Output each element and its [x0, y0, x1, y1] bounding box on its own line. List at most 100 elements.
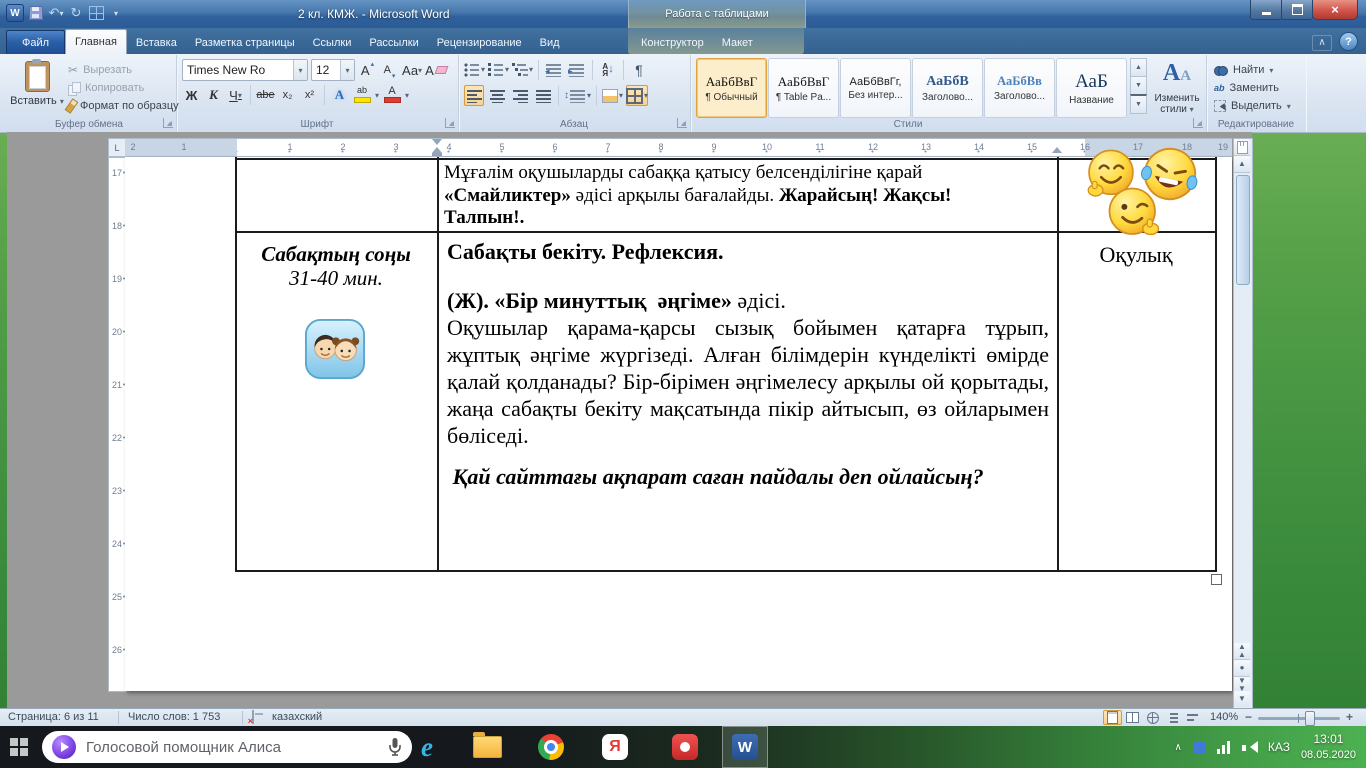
scrollbar-thumb[interactable] [1236, 175, 1250, 285]
taskbar-file-explorer[interactable] [464, 726, 510, 768]
find-button[interactable]: Найти▾ [1214, 62, 1273, 78]
tab-stop-selector[interactable]: L [108, 138, 126, 157]
taskbar-yandex-browser[interactable]: Я [592, 726, 638, 768]
font-dialog-launcher[interactable] [445, 118, 455, 128]
language-indicator[interactable]: казахский [272, 711, 322, 723]
proofing-status-icon[interactable] [252, 710, 254, 724]
font-size-combo[interactable]: 12▾ [311, 59, 355, 81]
assessment-cell-text[interactable]: Мұғалім оқушыларды сабаққа қатысу белсен… [444, 162, 1048, 230]
style-card-3[interactable]: АаБбВЗаголово... [912, 58, 983, 118]
hidden-icons-chevron[interactable]: ∧ [1175, 742, 1182, 753]
tab-file[interactable]: Файл [6, 30, 65, 54]
align-left-button[interactable] [464, 85, 484, 106]
vertical-ruler[interactable]: 17181920212223242526 [108, 157, 126, 692]
change-styles-button[interactable]: АА Изменить стили ▾ [1150, 58, 1204, 126]
bold-button[interactable]: Ж [182, 85, 201, 105]
taskbar-word-active[interactable]: W [722, 726, 768, 768]
minimize-button[interactable] [1250, 0, 1282, 20]
table-resize-handle[interactable] [1211, 574, 1222, 585]
view-ruler-toggle-button[interactable] [1234, 139, 1250, 156]
align-right-button[interactable] [510, 85, 530, 106]
borders-button[interactable]: ▾ [626, 85, 648, 106]
tab-5[interactable]: Рецензирование [428, 32, 531, 54]
hanging-indent-marker[interactable] [432, 142, 442, 153]
tray-app-icon[interactable] [1193, 741, 1206, 754]
zoom-slider-thumb[interactable] [1305, 711, 1315, 726]
font-color-button[interactable]: А [382, 85, 402, 105]
language-switcher[interactable]: КАЗ [1268, 740, 1290, 754]
style-card-2[interactable]: АаБбВвГг,Без интер... [840, 58, 911, 118]
styles-scroll-down-button[interactable]: ▼ [1130, 76, 1147, 95]
tab-1[interactable]: Вставка [127, 32, 186, 54]
style-card-1[interactable]: АаБбВвГ¶ Table Pa... [768, 58, 839, 118]
table-quick-icon[interactable] [88, 4, 104, 22]
paste-dropdown-icon[interactable]: ▾ [60, 97, 64, 106]
scroll-up-button[interactable]: ▲ [1234, 156, 1250, 173]
microphone-icon[interactable] [388, 737, 402, 757]
print-layout-view-button[interactable] [1103, 710, 1122, 725]
styles-dialog-launcher[interactable] [1193, 118, 1203, 128]
taskbar-internet-explorer[interactable]: e [404, 726, 450, 768]
outline-view-button[interactable] [1163, 710, 1182, 725]
tab-6[interactable]: Вид [531, 32, 569, 54]
underline-button[interactable]: Ч▾ [226, 85, 245, 105]
style-card-4[interactable]: АаБбВвЗаголово... [984, 58, 1055, 118]
contextual-tab-1[interactable]: Макет [713, 32, 762, 54]
decrease-indent-button[interactable]: ◂ [544, 59, 564, 80]
text-effects-button[interactable]: А [330, 85, 349, 105]
tab-4[interactable]: Рассылки [360, 32, 427, 54]
scroll-down-button[interactable]: ▼ [1234, 691, 1250, 707]
draft-view-button[interactable] [1183, 710, 1202, 725]
styles-gallery-expand-button[interactable]: ▼ [1130, 94, 1147, 114]
reflection-cell[interactable]: Сабақты бекіту. Рефлексия. (Ж). «Бір мин… [447, 238, 1049, 490]
zoom-in-button[interactable]: + [1346, 710, 1353, 724]
replace-button[interactable]: abЗаменить [1214, 80, 1279, 96]
paste-button[interactable]: Вставить ▾ [10, 59, 64, 127]
horizontal-ruler[interactable]: 2112345678910111213141516171819 [125, 138, 1232, 157]
volume-icon[interactable] [1242, 741, 1257, 754]
select-button[interactable]: Выделить▾ [1214, 98, 1291, 114]
select-browse-object-button[interactable]: ● [1234, 660, 1250, 677]
network-icon[interactable] [1217, 741, 1231, 754]
tab-2[interactable]: Разметка страницы [186, 32, 304, 54]
maximize-button[interactable] [1281, 0, 1313, 20]
vertical-scrollbar[interactable]: ▲ ▲▲ ● ▼▼ ▼ [1233, 138, 1253, 710]
redo-button[interactable]: ↻ [68, 4, 84, 22]
start-button[interactable] [10, 738, 28, 756]
clear-formatting-button[interactable]: А [425, 60, 447, 80]
fullscreen-reading-view-button[interactable] [1123, 710, 1142, 725]
superscript-button[interactable]: x² [300, 85, 319, 105]
resources-cell[interactable]: Оқулық [1059, 242, 1213, 268]
line-spacing-button[interactable]: ↕▾ [564, 85, 591, 106]
collapse-ribbon-button[interactable]: ∧ [1312, 35, 1332, 51]
save-button[interactable] [28, 4, 44, 22]
chevron-down-icon[interactable]: ▾ [238, 91, 242, 100]
chevron-down-icon[interactable]: ▾ [405, 91, 409, 100]
tab-0[interactable]: Главная [65, 29, 127, 54]
font-family-combo[interactable]: Times New Ro▾ [182, 59, 308, 81]
previous-page-button[interactable]: ▲▲ [1234, 643, 1250, 660]
close-button[interactable]: × [1312, 0, 1358, 20]
style-card-0[interactable]: АаБбВвГ¶ Обычный [696, 58, 767, 118]
italic-button[interactable]: К [204, 85, 223, 105]
clipboard-dialog-launcher[interactable] [163, 118, 173, 128]
tab-3[interactable]: Ссылки [304, 32, 361, 54]
paragraph-dialog-launcher[interactable] [677, 118, 687, 128]
contextual-tab-0[interactable]: Конструктор [632, 32, 713, 54]
taskbar-chrome[interactable] [528, 726, 574, 768]
subscript-button[interactable]: x₂ [278, 85, 297, 105]
clock[interactable]: 13:01 08.05.2020 [1301, 732, 1356, 763]
numbering-button[interactable]: ▾ [488, 59, 509, 80]
styles-scroll-up-button[interactable]: ▲ [1130, 58, 1147, 77]
strikethrough-button[interactable]: abe [256, 85, 275, 105]
align-center-button[interactable] [487, 85, 507, 106]
shading-button[interactable]: ▾ [602, 85, 623, 106]
undo-button[interactable]: ↶▾ [48, 4, 64, 22]
show-formatting-marks-button[interactable]: ¶ [629, 59, 649, 80]
chevron-down-icon[interactable]: ▾ [340, 60, 354, 80]
lesson-stage-cell[interactable]: Сабақтың соңы 31-40 мин. [237, 242, 435, 290]
grow-font-button[interactable]: А▴ [358, 60, 377, 80]
increase-indent-button[interactable]: ▸ [567, 59, 587, 80]
customize-qat-button[interactable]: ▾ [108, 4, 124, 22]
style-card-5[interactable]: АаБНазвание [1056, 58, 1127, 118]
